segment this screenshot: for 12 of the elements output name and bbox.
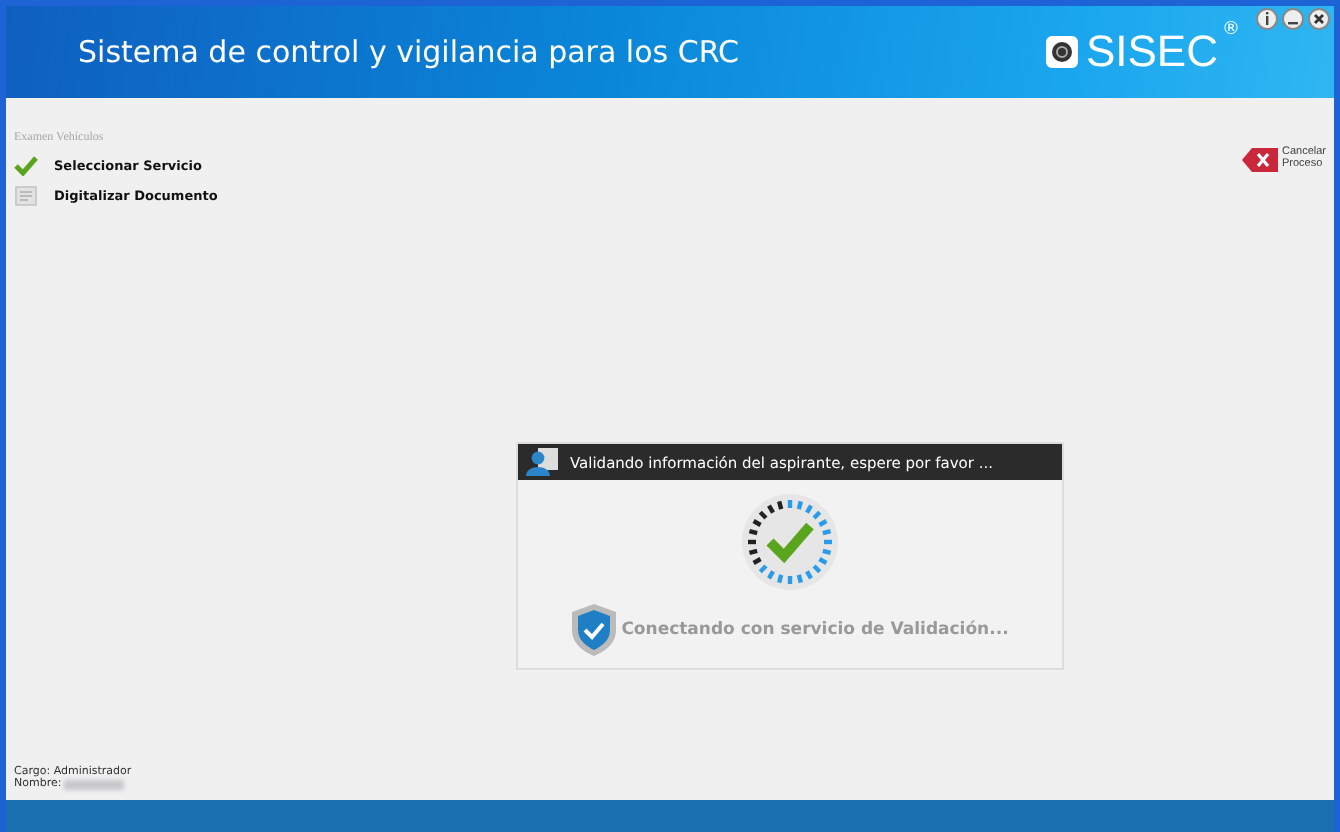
status-text: Conectando con servicio de Validación...: [621, 620, 1009, 641]
app-title: Sistema de control y vigilancia para los CRC: [78, 34, 739, 70]
shield-check-icon: [571, 604, 616, 657]
redacted-name: [63, 780, 124, 791]
loading-spinner-icon: [740, 492, 840, 593]
minimize-icon[interactable]: [1282, 8, 1304, 30]
logo-text: SISEC: [1085, 26, 1218, 78]
close-icon[interactable]: [1308, 8, 1330, 30]
user-icon: [526, 448, 558, 477]
info-icon[interactable]: [1256, 8, 1278, 30]
registered-mark: ®: [1222, 20, 1240, 40]
cancel-tag-icon: [1241, 147, 1278, 171]
